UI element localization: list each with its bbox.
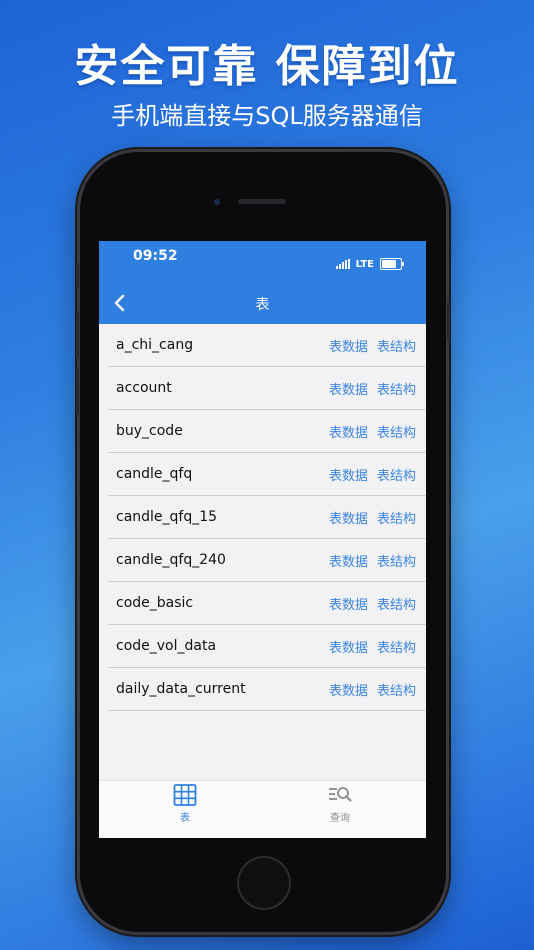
row-actions: 表数据 表结构	[329, 465, 416, 484]
table-structure-link[interactable]: 表结构	[377, 680, 416, 699]
table-row[interactable]: code_vol_data 表数据 表结构	[108, 625, 426, 668]
table-row[interactable]: a_chi_cang 表数据 表结构	[108, 324, 426, 367]
table-name: daily_data_current	[116, 681, 246, 697]
row-actions: 表数据 表结构	[329, 551, 416, 570]
table-row[interactable]: code_basic 表数据 表结构	[108, 582, 426, 625]
tab-query-label: 查询	[330, 813, 350, 824]
signal-icon	[335, 259, 350, 269]
promo-headline: 安全可靠 保障到位	[74, 41, 460, 92]
navigation-bar: 09:52 LTE 表	[99, 241, 426, 324]
table-name: code_basic	[116, 595, 194, 611]
table-list: a_chi_cang 表数据 表结构 account 表数据 表结构 buy_code 表数据…	[99, 324, 426, 711]
table-data-link[interactable]: 表数据	[329, 379, 368, 398]
table-row[interactable]: candle_qfq_15 表数据 表结构	[108, 496, 426, 539]
table-row[interactable]: candle_qfq 表数据 表结构	[108, 453, 426, 496]
page-title: 表	[255, 297, 270, 313]
mute-switch	[76, 262, 79, 288]
row-actions: 表数据 表结构	[329, 508, 416, 527]
table-name: account	[116, 380, 172, 396]
table-structure-link[interactable]: 表结构	[377, 551, 416, 570]
table-name: a_chi_cang	[116, 337, 194, 353]
status-time: 09:52	[133, 248, 178, 264]
table-structure-link[interactable]: 表结构	[377, 336, 416, 355]
row-actions: 表数据 表结构	[329, 680, 416, 699]
table-name: candle_qfq	[116, 466, 193, 482]
table-row[interactable]: buy_code 表数据 表结构	[108, 410, 426, 453]
table-row[interactable]: candle_qfq_240 表数据 表结构	[108, 539, 426, 582]
table-data-link[interactable]: 表数据	[329, 637, 368, 656]
table-data-link[interactable]: 表数据	[329, 594, 368, 613]
table-data-link[interactable]: 表数据	[329, 465, 368, 484]
table-name: candle_qfq_15	[116, 509, 218, 525]
tab-tables[interactable]: 表	[145, 784, 225, 824]
table-structure-link[interactable]: 表结构	[377, 594, 416, 613]
row-actions: 表数据 表结构	[329, 594, 416, 613]
table-structure-link[interactable]: 表结构	[377, 422, 416, 441]
table-row[interactable]: account 表数据 表结构	[108, 367, 426, 410]
row-actions: 表数据 表结构	[329, 336, 416, 355]
table-name: code_vol_data	[116, 638, 217, 654]
table-structure-link[interactable]: 表结构	[377, 465, 416, 484]
table-name: buy_code	[116, 423, 183, 439]
row-actions: 表数据 表结构	[329, 422, 416, 441]
home-button[interactable]	[237, 856, 291, 910]
promo-subline: 手机端直接与SQL服务器通信	[111, 102, 423, 130]
table-structure-link[interactable]: 表结构	[377, 637, 416, 656]
row-actions: 表数据 表结构	[329, 637, 416, 656]
table-name: candle_qfq_240	[116, 552, 226, 568]
table-structure-link[interactable]: 表结构	[377, 508, 416, 527]
tab-bar: 表 查询	[99, 780, 426, 838]
app-screen: 09:52 LTE 表 a_chi_cang 表数据 表结构 account 表数据 表结…	[99, 241, 426, 838]
earpiece-speaker	[238, 199, 286, 204]
battery-icon	[380, 258, 404, 270]
network-label: LTE	[355, 258, 374, 270]
search-list-icon	[329, 787, 352, 802]
table-data-link[interactable]: 表数据	[329, 508, 368, 527]
tab-query[interactable]: 查询	[300, 784, 380, 824]
table-data-link[interactable]: 表数据	[329, 336, 368, 355]
tab-tables-label: 表	[180, 813, 190, 824]
front-camera	[214, 199, 220, 205]
table-structure-link[interactable]: 表结构	[377, 379, 416, 398]
status-indicators: LTE	[335, 258, 404, 270]
table-data-link[interactable]: 表数据	[329, 422, 368, 441]
table-row[interactable]: daily_data_current 表数据 表结构	[108, 668, 426, 711]
table-data-link[interactable]: 表数据	[329, 680, 368, 699]
phone-frame: 09:52 LTE 表 a_chi_cang 表数据 表结构 account 表数据 表结…	[76, 152, 450, 932]
power-button	[447, 302, 450, 340]
volume-up-button	[76, 312, 79, 358]
grid-table-icon	[173, 784, 197, 806]
volume-down-button	[76, 368, 79, 414]
row-actions: 表数据 表结构	[329, 379, 416, 398]
table-data-link[interactable]: 表数据	[329, 551, 368, 570]
